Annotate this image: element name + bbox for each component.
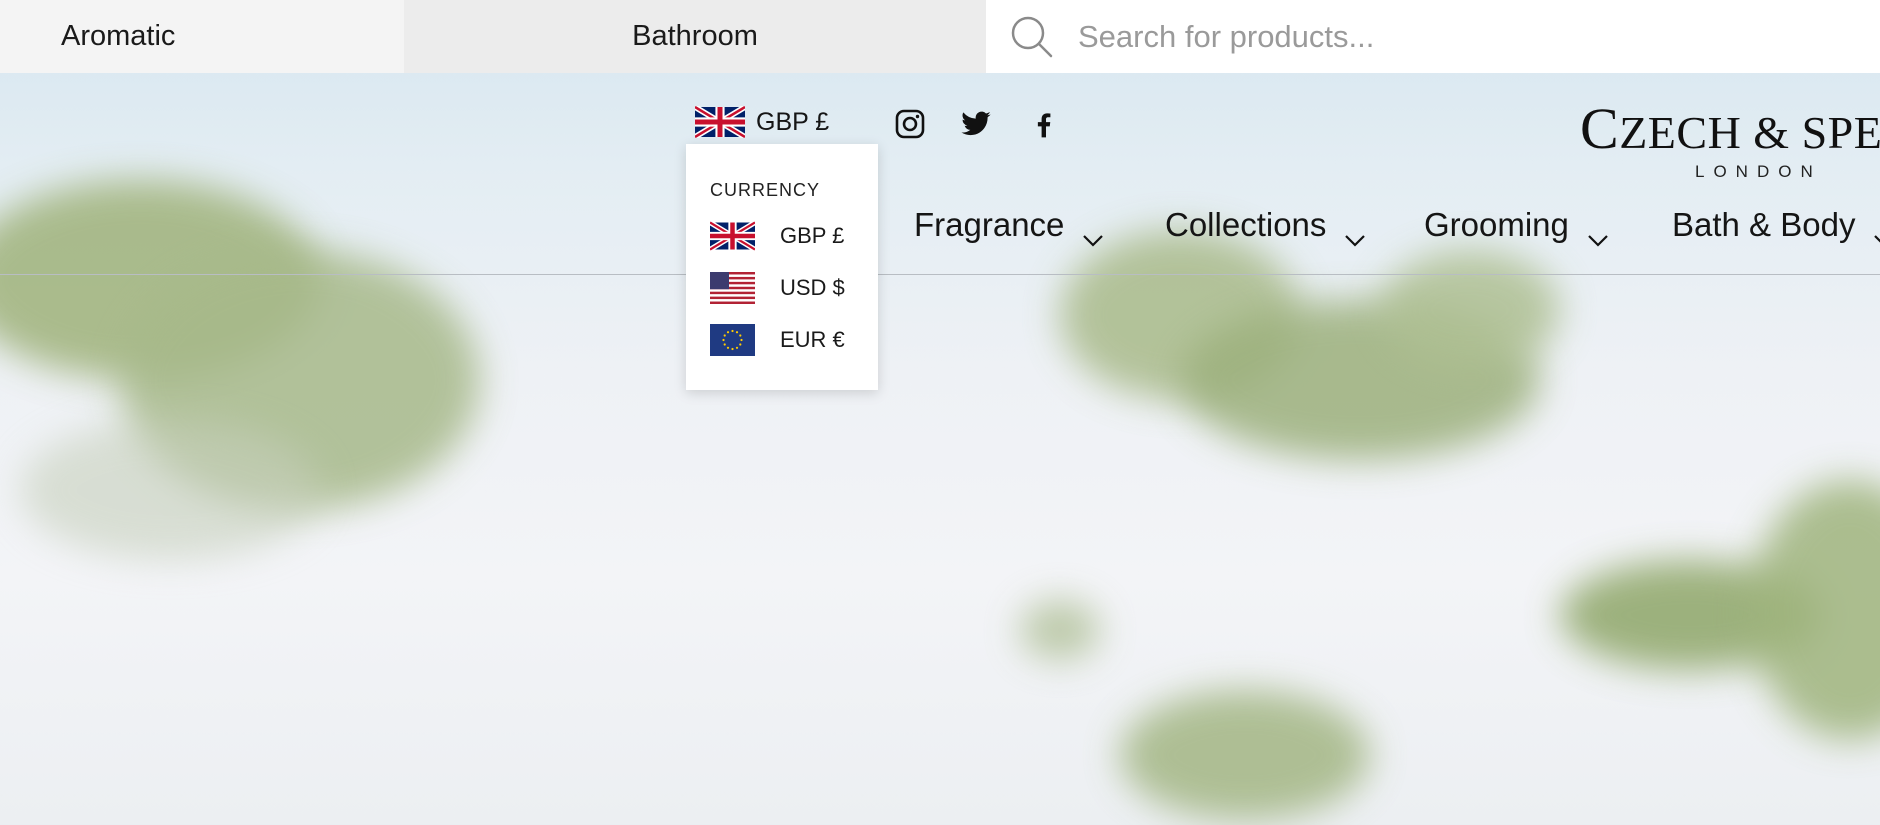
logo-subtitle: LONDON	[1695, 162, 1822, 181]
nav-item-collections[interactable]: Collections	[1165, 206, 1366, 247]
facebook-icon[interactable]	[1028, 108, 1060, 140]
search-icon[interactable]	[1010, 15, 1054, 59]
uk-flag-icon	[693, 104, 747, 140]
category-tab-bathroom[interactable]: Bathroom	[404, 0, 986, 73]
search-input[interactable]	[1076, 17, 1840, 56]
chevron-down-icon	[1344, 218, 1366, 247]
currency-dropdown-heading: CURRENCY	[710, 180, 821, 200]
header-divider	[0, 274, 1880, 275]
nav-item-fragrance[interactable]: Fragrance	[914, 206, 1104, 247]
instagram-icon[interactable]	[894, 108, 926, 140]
currency-option-label: EUR €	[780, 327, 845, 352]
nav-item-bath-body[interactable]: Bath & Body	[1672, 206, 1880, 244]
currency-option-usd[interactable]: USD $	[710, 272, 845, 304]
currency-option-label: USD $	[780, 275, 845, 300]
nav-item-label: Bath & Body	[1672, 206, 1856, 243]
logo-wordmark: CZECH & SPEAK	[1580, 96, 1880, 161]
currency-option-gbp[interactable]: GBP £	[708, 220, 845, 252]
nav-item-label: Collections	[1165, 206, 1327, 243]
nav-item-label: Fragrance	[914, 206, 1065, 243]
currency-option-label: GBP £	[780, 223, 845, 248]
brand-logo[interactable]: CZECH & SPEAK LONDON	[1580, 100, 1880, 182]
eu-flag-icon	[710, 324, 755, 356]
currency-dropdown: CURRENCY GBP £ USD $ EUR €	[686, 144, 878, 390]
chevron-down-icon	[1082, 218, 1104, 247]
us-flag-icon	[710, 272, 755, 304]
chevron-down-icon	[1587, 218, 1609, 247]
uk-flag-icon	[708, 220, 757, 252]
currency-selected-label: GBP £	[756, 107, 830, 136]
twitter-icon[interactable]	[960, 108, 992, 140]
chevron-down-icon	[1873, 218, 1880, 243]
currency-selector[interactable]: GBP £	[693, 104, 830, 140]
top-category-bar: Aromatic Bathroom	[0, 0, 1880, 73]
nav-item-label: Grooming	[1424, 206, 1569, 243]
nav-item-grooming[interactable]: Grooming	[1424, 206, 1609, 247]
category-tab-aromatic[interactable]: Aromatic	[0, 0, 404, 73]
currency-option-eur[interactable]: EUR €	[710, 324, 845, 356]
search-bar	[986, 0, 1880, 73]
